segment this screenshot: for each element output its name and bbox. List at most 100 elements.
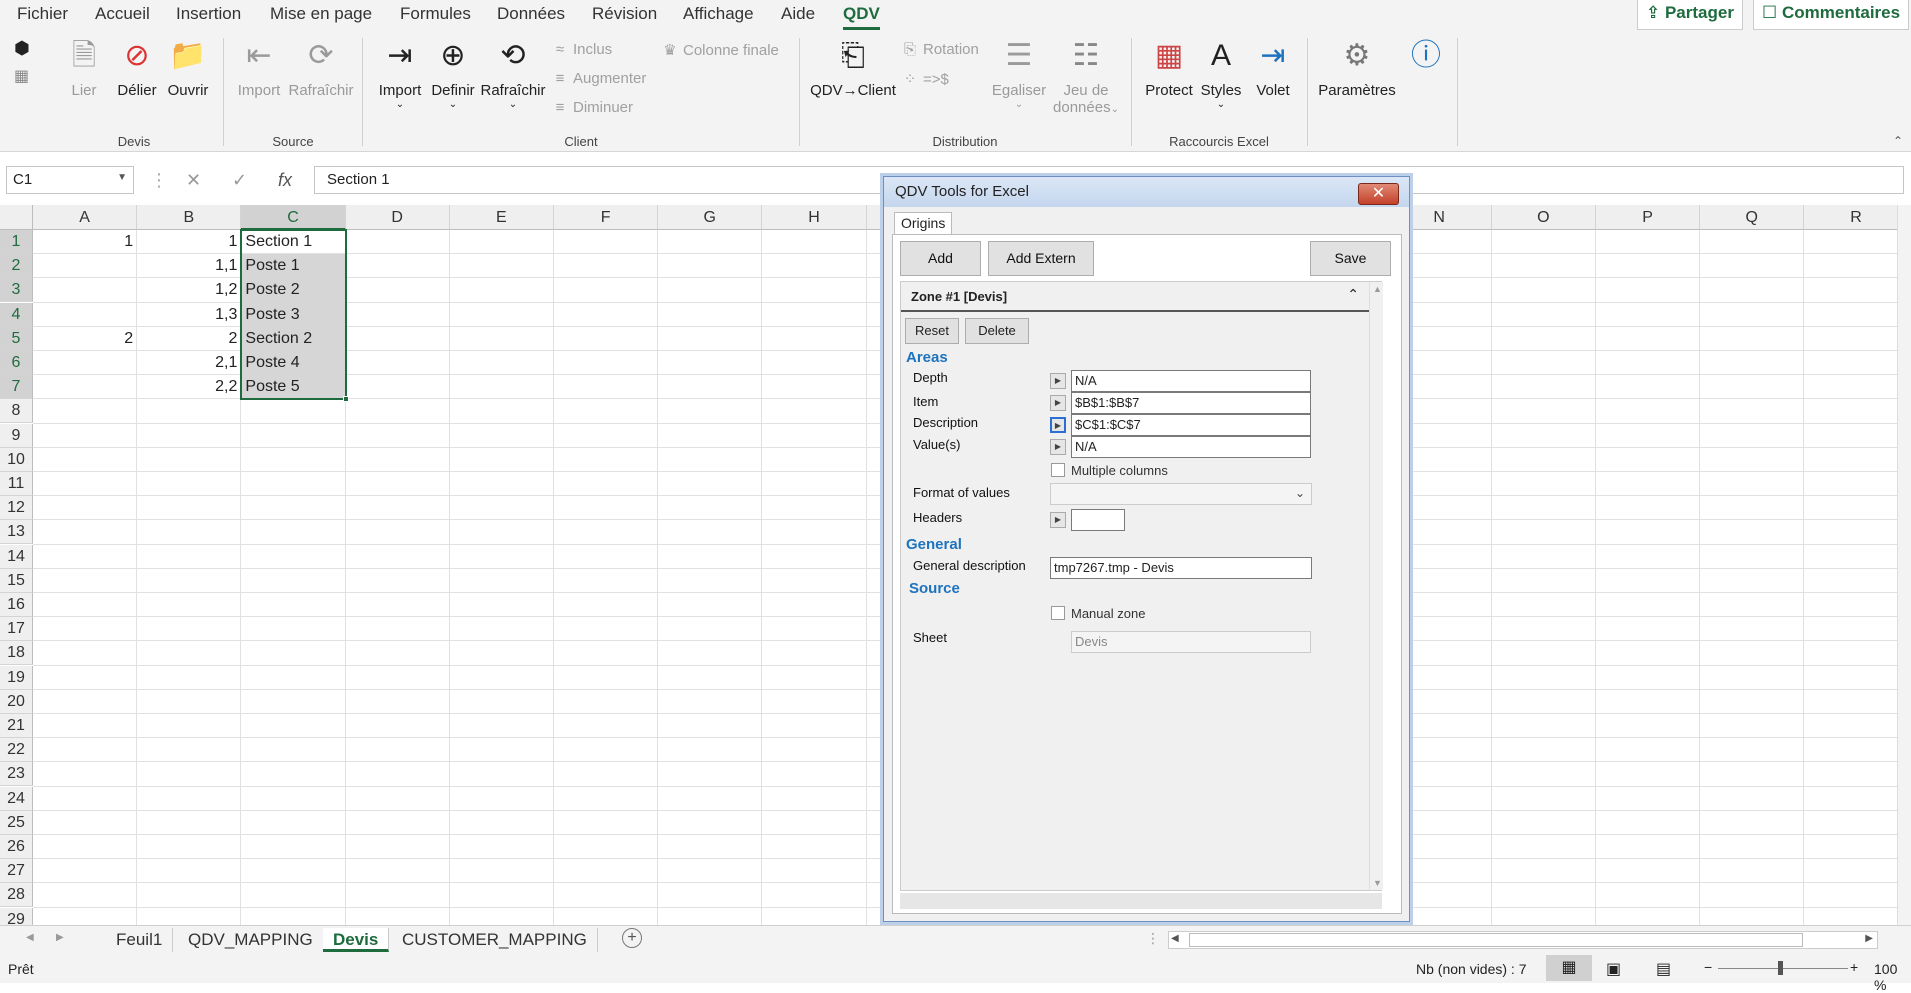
row-header[interactable]: 16: [0, 593, 33, 617]
cell-c2[interactable]: Poste 1: [241, 254, 345, 278]
column-header[interactable]: G: [658, 205, 763, 230]
tab-insertion[interactable]: Insertion: [176, 4, 241, 24]
help-button[interactable]: ⓘ: [1400, 38, 1452, 82]
item-field[interactable]: $B$1:$B$7: [1071, 392, 1311, 414]
zoom-out-icon[interactable]: −: [1704, 959, 1712, 975]
tab-origins[interactable]: Origins: [894, 212, 953, 234]
row-header[interactable]: 18: [0, 641, 33, 666]
page-layout-icon[interactable]: ▣: [1606, 959, 1621, 979]
row-header[interactable]: 24: [0, 786, 33, 811]
link-button[interactable]: 🗎 Lier: [64, 38, 104, 99]
confirm-icon[interactable]: ✓: [232, 170, 247, 191]
reset-button[interactable]: Reset: [905, 318, 959, 344]
rotation-button[interactable]: ⎘ Rotation: [901, 41, 979, 58]
collapse-ribbon-icon[interactable]: ⌃: [1893, 134, 1903, 148]
row-header[interactable]: 8: [0, 399, 33, 424]
collapse-icon[interactable]: ⌃: [1347, 286, 1359, 303]
qdv-client-button[interactable]: ⎗ QDV→Client: [810, 38, 896, 99]
column-header[interactable]: O: [1491, 205, 1596, 230]
qdv-small-icon[interactable]: ▦: [14, 66, 29, 86]
multiple-columns-checkbox[interactable]: [1051, 463, 1065, 477]
scroll-down-icon[interactable]: ▼: [1373, 878, 1382, 888]
row-header[interactable]: 12: [0, 496, 33, 521]
row-header[interactable]: 27: [0, 859, 33, 884]
row-header[interactable]: 26: [0, 835, 33, 859]
sheet-tab-devis[interactable]: Devis: [323, 928, 390, 952]
zoom-level[interactable]: 100 %: [1874, 961, 1911, 993]
equalize-button[interactable]: ☰ Egaliser ⌄: [990, 38, 1048, 110]
tab-qdv[interactable]: QDV: [843, 4, 880, 30]
cancel-icon[interactable]: ✕: [186, 170, 201, 191]
cell-c4[interactable]: Poste 3: [241, 303, 345, 327]
qdv-logo-icon[interactable]: ⬢: [14, 38, 30, 59]
client-define-button[interactable]: ⊕ Definir ⌄: [428, 38, 478, 110]
values-pick-button[interactable]: ▶: [1050, 439, 1066, 455]
cell-b5[interactable]: 2: [137, 327, 241, 351]
row-header[interactable]: 2: [0, 254, 33, 279]
tab-mise-en-page[interactable]: Mise en page: [270, 4, 372, 24]
prev-sheet-icon[interactable]: ◀: [26, 932, 34, 943]
cell-a6[interactable]: [33, 351, 137, 375]
save-button[interactable]: Save: [1310, 241, 1391, 276]
column-header[interactable]: C: [241, 205, 346, 230]
row-header[interactable]: 7: [0, 375, 33, 400]
next-sheet-icon[interactable]: ▶: [56, 932, 64, 943]
row-header[interactable]: 5: [0, 326, 33, 351]
cell-c3[interactable]: Poste 2: [241, 278, 345, 302]
row-header[interactable]: 25: [0, 810, 33, 835]
cell-a7[interactable]: [33, 375, 137, 399]
unlink-button[interactable]: ⊘ Délier: [114, 38, 160, 99]
zoom-in-icon[interactable]: +: [1850, 959, 1858, 975]
general-description-field[interactable]: tmp7267.tmp - Devis: [1050, 557, 1312, 579]
included-button[interactable]: ≈ Inclus: [551, 41, 612, 58]
description-pick-button[interactable]: ▶: [1050, 417, 1066, 433]
comments-button[interactable]: ☐ Commentaires: [1753, 0, 1910, 30]
client-import-button[interactable]: ⇥ Import ⌄: [374, 38, 426, 110]
sheet-tab-feuil1[interactable]: Feuil1: [106, 928, 174, 952]
column-header[interactable]: R: [1804, 205, 1909, 230]
cell-b6[interactable]: 2,1: [137, 351, 241, 375]
pane-button[interactable]: ⇥ Volet: [1250, 38, 1296, 99]
row-header[interactable]: 1: [0, 230, 33, 254]
sheet-tab-qdv-mapping[interactable]: QDV_MAPPING: [178, 928, 324, 952]
headers-pick-button[interactable]: ▶: [1050, 512, 1066, 528]
page-break-icon[interactable]: ▤: [1656, 959, 1671, 979]
decrease-button[interactable]: ≡ Diminuer: [551, 99, 633, 116]
cell-b1[interactable]: 1: [137, 230, 241, 254]
share-button[interactable]: ⇪ Partager: [1637, 0, 1743, 30]
row-header[interactable]: 13: [0, 520, 33, 545]
cell-b7[interactable]: 2,2: [137, 375, 241, 399]
vertical-scrollbar[interactable]: [1897, 205, 1911, 932]
client-refresh-button[interactable]: ⟲ Rafraîchir ⌄: [480, 38, 546, 110]
depth-pick-button[interactable]: ▶: [1050, 373, 1066, 389]
column-header[interactable]: Q: [1700, 205, 1805, 230]
row-header[interactable]: 14: [0, 544, 33, 569]
column-header[interactable]: P: [1596, 205, 1701, 230]
source-import-button[interactable]: ⇤ Import: [234, 38, 284, 99]
swap-button[interactable]: ⁘ =>$: [901, 70, 949, 88]
row-header[interactable]: 21: [0, 714, 33, 738]
column-header[interactable]: E: [449, 205, 554, 230]
cell-c1[interactable]: Section 1: [241, 230, 345, 254]
cell-b3[interactable]: 1,2: [137, 278, 241, 302]
tab-donnees[interactable]: Données: [497, 4, 565, 24]
row-header[interactable]: 23: [0, 762, 33, 787]
cell-a4[interactable]: [33, 303, 137, 327]
row-header[interactable]: 28: [0, 883, 33, 908]
row-header[interactable]: 3: [0, 278, 33, 303]
column-header[interactable]: F: [554, 205, 659, 230]
cell-c6[interactable]: Poste 4: [241, 351, 345, 375]
zoom-slider-thumb[interactable]: [1778, 961, 1783, 975]
settings-button[interactable]: ⚙ Paramètres: [1318, 38, 1396, 99]
normal-view-icon[interactable]: ▦: [1546, 955, 1592, 981]
dataset-button[interactable]: ☷ Jeu de données⌄: [1048, 38, 1124, 116]
row-header[interactable]: 6: [0, 351, 33, 375]
tab-fichier[interactable]: Fichier: [17, 4, 68, 24]
values-field[interactable]: N/A: [1071, 436, 1311, 458]
description-field[interactable]: $C$1:$C$7: [1071, 414, 1311, 436]
zoom-slider[interactable]: [1718, 968, 1848, 969]
sheet-tab-customer-mapping[interactable]: CUSTOMER_MAPPING: [392, 928, 598, 952]
row-header[interactable]: 15: [0, 568, 33, 593]
manual-zone-checkbox[interactable]: [1051, 606, 1065, 620]
close-button[interactable]: ✕: [1358, 183, 1399, 205]
